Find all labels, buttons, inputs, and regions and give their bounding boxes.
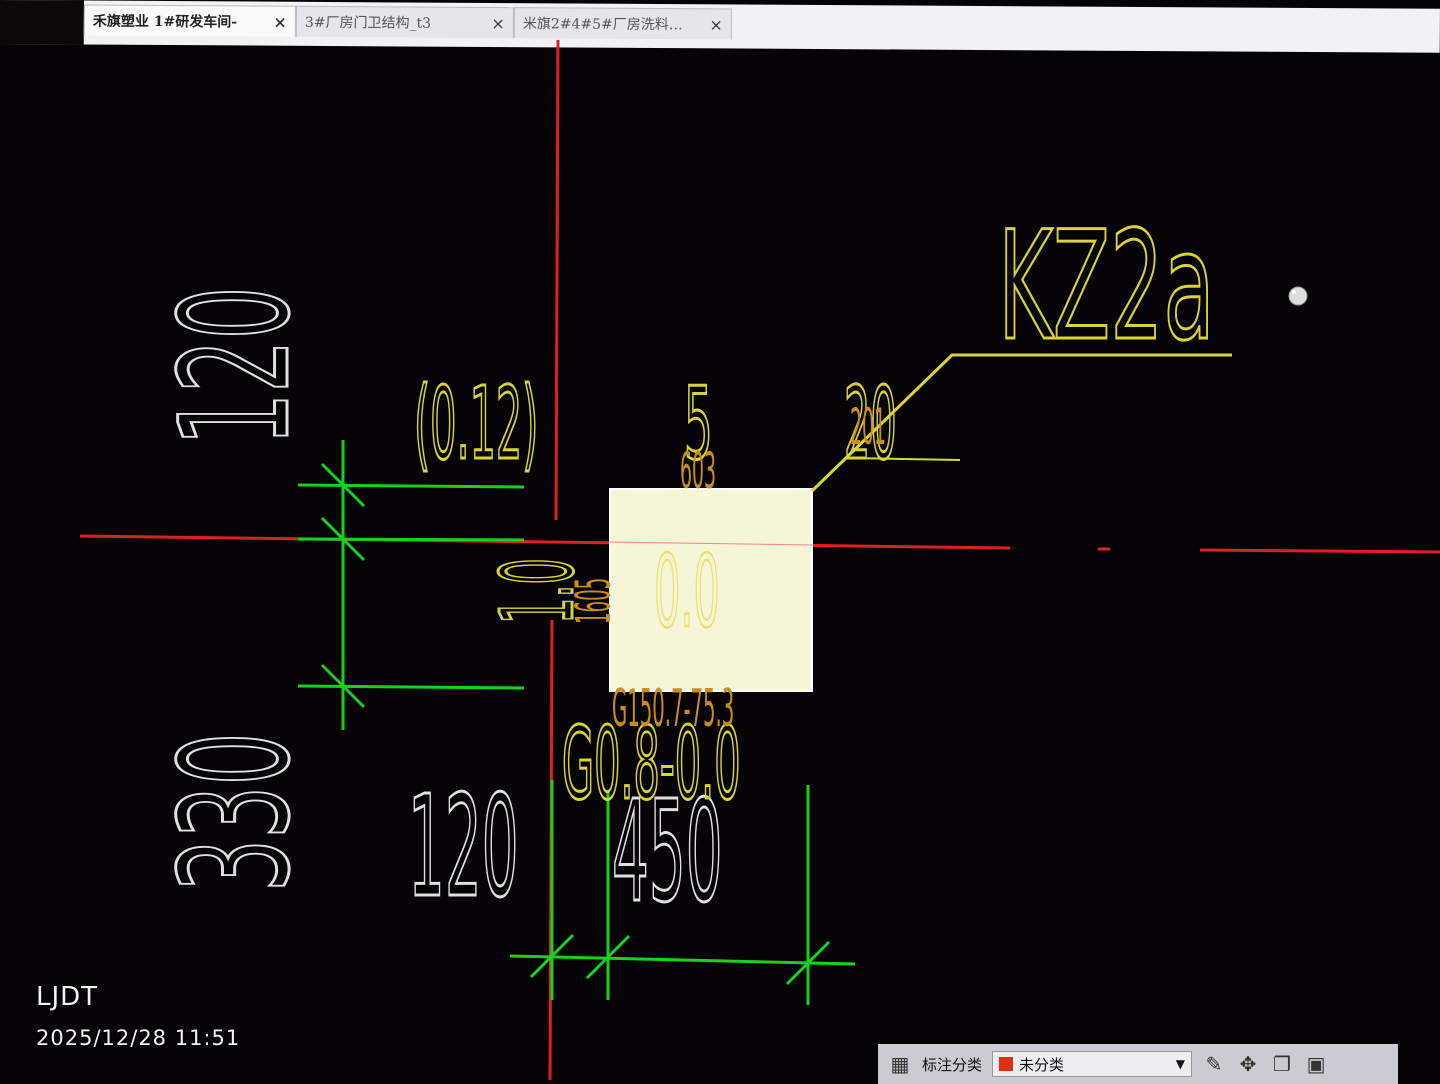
axis-horizontal (79, 534, 1011, 550)
category-dropdown[interactable]: 未分类 ▼ (992, 1051, 1193, 1077)
move-icon[interactable]: ✥ (1236, 1052, 1260, 1076)
category-color-swatch (999, 1057, 1014, 1071)
dimension-330-vertical: 330 (149, 732, 323, 892)
dimension-120-vertical: 120 (149, 286, 323, 446)
axis-vertical (554, 39, 560, 521)
watermark-timestamp: 2025/12/28 11:51 (36, 1026, 241, 1050)
chevron-down-icon[interactable]: ▼ (1176, 1057, 1185, 1071)
edit-icon[interactable]: ✎ (1202, 1052, 1226, 1076)
grid-icon[interactable]: ▦ (888, 1052, 912, 1076)
small-value-201: 201 (850, 398, 886, 457)
copy-icon[interactable]: ❐ (1270, 1052, 1294, 1076)
cad-canvas[interactable]: 120 330 120 450 KZ2a (0.12) 5 20 0.0 1.0… (0, 0, 1440, 1080)
small-value-60: 603 (680, 442, 716, 501)
small-g-label: G150.7-75.3 (612, 679, 734, 739)
category-value: 未分类 (1019, 1055, 1065, 1074)
watermark-name: LJDT (36, 982, 99, 1012)
bottom-toolbar: ▦ 标注分类 未分类 ▼ ✎ ✥ ❐ ▣ (878, 1044, 1398, 1084)
column-id-label[interactable]: KZ2a (997, 199, 1216, 376)
axis-horizontal-right (1199, 548, 1440, 554)
center-value: 0.0 (654, 535, 720, 651)
area-ratio-label: (0.12) (414, 367, 538, 483)
paste-icon[interactable]: ▣ (1304, 1052, 1328, 1076)
hand-cursor-icon (1288, 286, 1308, 306)
dimension-120-bottom: 120 (408, 765, 519, 928)
annotation-category-label: 标注分类 (922, 1055, 983, 1074)
small-value-left: 1605 (566, 578, 622, 624)
